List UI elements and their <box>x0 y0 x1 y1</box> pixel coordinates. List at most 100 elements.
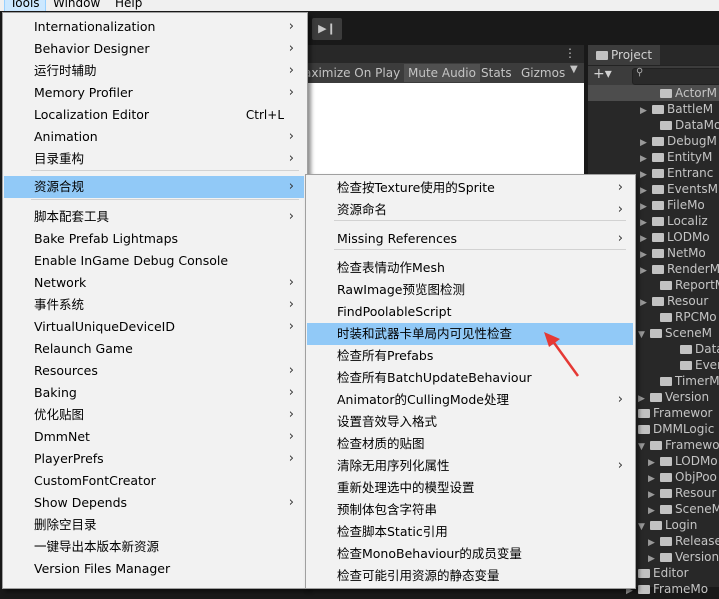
tools-menu-item[interactable]: Internationalization › <box>4 16 304 38</box>
folder-label: DMMLogic <box>653 422 715 436</box>
gizmos-dropdown-icon[interactable]: ▼ <box>570 64 578 75</box>
mute-audio-toggle[interactable]: Mute Audio <box>404 64 480 82</box>
submenu-item[interactable]: 检查脚本Static引用 <box>307 521 633 543</box>
folder-icon <box>660 553 672 562</box>
menu-item-label: 检查MonoBehaviour的成员变量 <box>337 546 522 561</box>
tools-menu-item[interactable]: 删除空目录 <box>4 514 304 536</box>
tools-menu: Internationalization › Behavior Designer › 运… <box>2 12 308 589</box>
folder-label: RPCMo <box>675 310 717 324</box>
tools-menu-item[interactable]: 运行时辅助 › <box>4 60 304 82</box>
stats-toggle[interactable]: Stats <box>477 64 516 82</box>
menu-item-label: 检查所有Prefabs <box>337 348 434 363</box>
add-icon[interactable]: +▾ <box>593 66 612 82</box>
submenu-arrow-icon: › <box>288 19 294 34</box>
menu-tools[interactable]: Tools <box>4 0 46 11</box>
project-folder-row[interactable]: ▶ DebugM <box>588 133 719 149</box>
folder-label: LODMo <box>667 230 710 244</box>
project-folder-row[interactable]: DataMo <box>588 117 719 133</box>
submenu-item[interactable]: 检查按Texture使用的Sprite › <box>307 177 633 199</box>
submenu-item[interactable]: 检查表情动作Mesh <box>307 257 633 279</box>
tools-menu-item[interactable]: 目录重构 › <box>4 148 304 170</box>
tools-menu-item[interactable]: 一键导出本版本新资源 <box>4 536 304 558</box>
submenu-item[interactable]: Missing References › <box>307 228 633 250</box>
submenu-item[interactable]: FindPoolableScript <box>307 301 633 323</box>
menu-item-label: 目录重构 <box>34 151 85 166</box>
submenu-item[interactable]: 设置音效导入格式 <box>307 411 633 433</box>
tools-menu-item[interactable]: Version Files Manager <box>4 558 304 580</box>
folder-label: Version <box>675 550 719 564</box>
folder-label: ActorM <box>675 86 717 100</box>
tools-menu-item[interactable]: Enable InGame Debug Console <box>4 250 304 272</box>
folder-label: Framewor <box>653 406 713 420</box>
submenu-arrow-icon: › <box>617 458 623 473</box>
submenu-item[interactable]: 资源命名 › <box>307 199 633 221</box>
menu-item-label: Behavior Designer <box>34 41 150 56</box>
submenu-arrow-icon: › <box>288 429 294 444</box>
project-folder-row[interactable]: ActorM <box>588 85 719 101</box>
tools-menu-item[interactable]: Memory Profiler › <box>4 82 304 104</box>
submenu-arrow-icon: › <box>288 151 294 166</box>
submenu-item[interactable]: 检查MonoBehaviour的成员变量 <box>307 543 633 565</box>
menu-item-label: 预制体包含字符串 <box>337 502 438 517</box>
folder-icon <box>660 377 672 386</box>
folder-icon <box>652 185 664 194</box>
folder-icon <box>680 361 692 370</box>
project-search-input[interactable]: ⚲ <box>632 67 719 85</box>
submenu-item[interactable]: 重新处理选中的模型设置 <box>307 477 633 499</box>
menu-item-label: Internationalization <box>34 19 156 34</box>
folder-label: SceneM <box>665 326 712 340</box>
tools-menu-item[interactable]: Bake Prefab Lightmaps <box>4 228 304 250</box>
project-folder-row[interactable]: ▶ EntityM <box>588 149 719 165</box>
folder-label: Localiz <box>667 214 708 228</box>
tools-menu-item[interactable]: CustomFontCreator <box>4 470 304 492</box>
maximize-on-play-toggle[interactable]: aximize On Play <box>300 64 404 82</box>
tools-menu-item[interactable]: Baking › <box>4 382 304 404</box>
tools-menu-item[interactable]: 事件系统 › <box>4 294 304 316</box>
project-tab[interactable]: Project <box>588 45 660 65</box>
folder-label: Editor <box>653 566 689 580</box>
tools-menu-item[interactable]: Behavior Designer › <box>4 38 304 60</box>
folder-label: Login <box>665 518 698 532</box>
tools-menu-item[interactable]: Animation › <box>4 126 304 148</box>
tools-menu-item[interactable]: Resources › <box>4 360 304 382</box>
submenu-arrow-icon: › <box>288 495 294 510</box>
tools-menu-item[interactable]: DmmNet › <box>4 426 304 448</box>
submenu-arrow-icon: › <box>288 85 294 100</box>
submenu-item[interactable]: 检查可能引用资源的静态变量 <box>307 565 633 587</box>
tools-menu-item[interactable]: 脚本配套工具 › <box>4 206 304 228</box>
menu-help[interactable]: Help <box>110 0 147 11</box>
folder-label: EntityM <box>667 150 713 164</box>
folder-label: TimerM <box>675 374 719 388</box>
folder-icon <box>680 345 692 354</box>
folder-label: Resour <box>667 294 709 308</box>
submenu-item[interactable]: Animator的CullingMode处理 › <box>307 389 633 411</box>
submenu-item[interactable]: RawImage预览图检测 <box>307 279 633 301</box>
tools-menu-item[interactable]: Localization Editor Ctrl+L <box>4 104 304 126</box>
submenu-item[interactable]: 预制体包含字符串 <box>307 499 633 521</box>
gizmos-toggle[interactable]: Gizmos <box>517 64 569 82</box>
folder-label: Data <box>695 342 719 356</box>
submenu-arrow-icon: › <box>617 202 623 217</box>
folder-label: RenderM <box>667 262 719 276</box>
folder-icon <box>660 313 672 322</box>
menu-item-label: 重新处理选中的模型设置 <box>337 480 475 495</box>
folder-label: LODMo <box>675 454 718 468</box>
menu-window[interactable]: Window <box>48 0 105 11</box>
menu-item-label: Missing References <box>337 231 458 246</box>
folder-icon <box>650 329 662 338</box>
step-forward-icon[interactable]: ▶❙ <box>312 18 342 40</box>
submenu-item[interactable]: 清除无用序列化属性 › <box>307 455 633 477</box>
tools-menu-item[interactable]: Relaunch Game <box>4 338 304 360</box>
submenu-item[interactable]: 检查材质的贴图 <box>307 433 633 455</box>
tools-menu-item[interactable]: Show Depends › <box>4 492 304 514</box>
project-folder-row[interactable]: ▶ BattleM <box>588 101 719 117</box>
tools-menu-item[interactable]: 优化贴图 › <box>4 404 304 426</box>
tools-menu-item[interactable]: PlayerPrefs › <box>4 448 304 470</box>
tools-menu-item[interactable]: Network › <box>4 272 304 294</box>
folder-icon <box>638 409 650 418</box>
more-options-icon[interactable]: ⋮ <box>564 46 576 60</box>
menu-item-label: PlayerPrefs <box>34 451 104 466</box>
tools-menu-item[interactable]: 资源合规 › <box>4 176 304 198</box>
folder-icon <box>660 489 672 498</box>
tools-menu-item[interactable]: VirtualUniqueDeviceID › <box>4 316 304 338</box>
